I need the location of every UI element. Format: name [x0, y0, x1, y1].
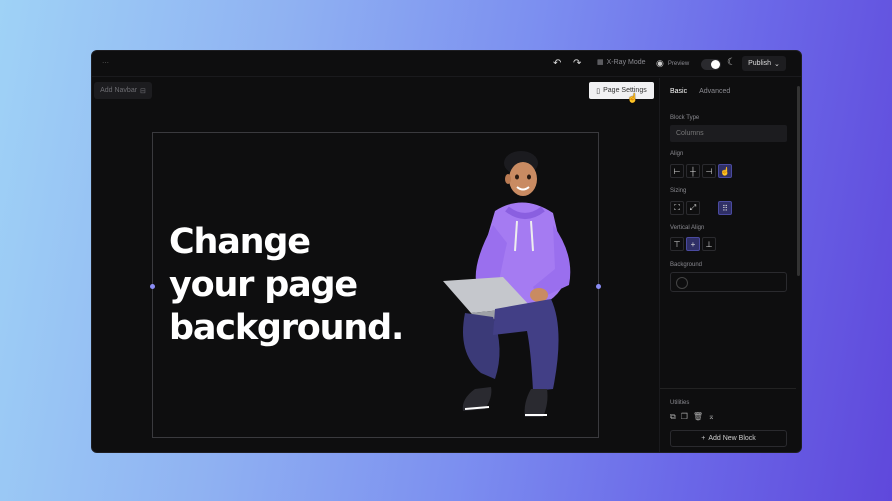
align-left-icon[interactable]: ⊢: [670, 164, 684, 178]
expand-icon[interactable]: ⤢: [686, 201, 700, 215]
sizing-label: Sizing: [670, 188, 687, 194]
panel-scrollbar[interactable]: [797, 86, 800, 276]
theme-toggle[interactable]: [701, 59, 721, 70]
headline[interactable]: Change your page background.: [169, 221, 404, 350]
publish-label: Publish: [748, 60, 772, 67]
background-label: Background: [670, 262, 703, 268]
align-middle-icon[interactable]: +: [686, 237, 700, 251]
hand-cursor-icon: ☝: [627, 93, 639, 103]
align-label: Align: [670, 151, 684, 157]
plus-icon: +: [701, 435, 706, 442]
top-bar: ⋯ ↶ ↷ ▦ X-Ray Mode ◉ Preview ☾ Publish ⌄: [92, 51, 801, 77]
more-icon[interactable]: ⌅: [708, 412, 715, 422]
add-navbar-label: Add Navbar: [100, 87, 138, 94]
headline-line: your page: [169, 265, 358, 305]
redo-icon[interactable]: ↷: [573, 58, 581, 69]
xray-label: X-Ray Mode: [606, 58, 646, 66]
utilities-label: Utilities: [670, 400, 690, 406]
vertical-align-label: Vertical Align: [670, 225, 705, 231]
tab-advanced[interactable]: Advanced: [699, 88, 730, 95]
align-bottom-icon[interactable]: ⊥: [702, 237, 716, 251]
headline-line: background.: [169, 308, 404, 348]
preview-button[interactable]: ◉ Preview: [656, 58, 689, 69]
settings-panel: Basic Advanced Block Type Columns Align …: [659, 78, 801, 452]
duplicate-icon[interactable]: ❐: [681, 412, 688, 422]
editor-window: ⋯ ↶ ↷ ▦ X-Ray Mode ◉ Preview ☾ Publish ⌄…: [91, 50, 802, 453]
person-with-laptop-illustration: [443, 151, 571, 417]
page-settings-button[interactable]: ▯ Page Settings: [589, 82, 654, 99]
align-right-icon[interactable]: ⊣: [702, 164, 716, 178]
background-picker[interactable]: [670, 272, 787, 292]
moon-icon[interactable]: ☾: [727, 57, 736, 68]
block-type-select[interactable]: Columns: [670, 125, 787, 142]
add-new-block-button[interactable]: + Add New Block: [670, 430, 787, 447]
vertical-align-control: ⊤ + ⊥: [670, 237, 716, 251]
panel-tabs: Basic Advanced: [670, 88, 730, 95]
page-icon: ▯: [596, 87, 601, 95]
block-type-label: Block Type: [670, 115, 700, 121]
utilities-row: ⧉ ❐ 🗑 ⌅: [670, 412, 715, 422]
copy-icon[interactable]: ⧉: [670, 412, 676, 422]
tab-basic[interactable]: Basic: [670, 88, 687, 95]
xray-mode-button[interactable]: ▦ X-Ray Mode: [597, 58, 646, 67]
headline-line: Change: [169, 222, 311, 262]
columns-block[interactable]: Change your page background.: [150, 132, 601, 438]
publish-button[interactable]: Publish ⌄: [742, 56, 786, 71]
eye-icon: ◉: [656, 58, 664, 68]
resize-handle-left[interactable]: [150, 284, 155, 289]
undo-icon[interactable]: ↶: [553, 58, 561, 69]
align-top-icon[interactable]: ⊤: [670, 237, 684, 251]
page-settings-label: Page Settings: [603, 87, 647, 94]
trash-icon[interactable]: 🗑: [693, 412, 703, 422]
align-center-icon[interactable]: ┼: [686, 164, 700, 178]
add-navbar-button[interactable]: Add Navbar ⊟: [94, 82, 152, 99]
navbar-icon: ⊟: [140, 87, 146, 95]
sizing-control: ⛶ ⤢ ⠿: [670, 201, 732, 215]
fit-icon[interactable]: ⛶: [670, 201, 684, 215]
resize-handle-right[interactable]: [596, 284, 601, 289]
menu-icon[interactable]: ⋯: [102, 59, 109, 67]
divider: [660, 388, 796, 389]
align-control: ⊢ ┼ ⊣ ☝: [670, 164, 732, 178]
hand-cursor-icon[interactable]: ☝: [718, 164, 732, 178]
preview-label: Preview: [667, 60, 690, 67]
xray-icon: ▦: [597, 59, 604, 66]
chevron-down-icon: ⌄: [774, 60, 780, 68]
grid-icon[interactable]: ⠿: [718, 201, 732, 215]
add-new-block-label: Add New Block: [708, 435, 756, 442]
